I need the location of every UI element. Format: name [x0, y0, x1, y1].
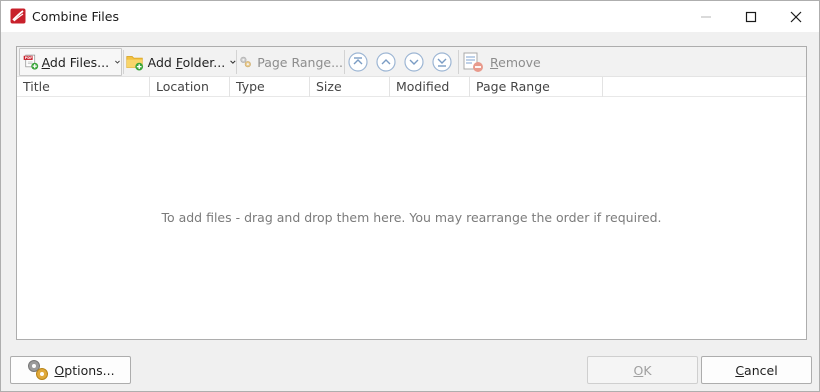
ok-label: K	[643, 362, 652, 378]
column-header-location[interactable]: Location	[150, 77, 230, 97]
column-header-row: Title Location Type Size Modified Page R…	[17, 77, 806, 97]
ok-mnemonic: O	[633, 362, 644, 378]
combine-files-dialog: Combine Files PDF Add Files... Add Folde…	[0, 0, 820, 392]
remove-file-icon	[463, 52, 483, 72]
add-folder-label: older...	[182, 54, 226, 70]
app-logo-icon	[10, 8, 26, 24]
gears-icon	[28, 360, 49, 380]
file-list-panel: PDF Add Files... Add Folder... Page Rang…	[16, 46, 807, 340]
remove-button[interactable]: Remove	[462, 48, 542, 76]
column-header-modified[interactable]: Modified	[390, 77, 470, 97]
title-bar: Combine Files	[1, 1, 819, 32]
toolbar: PDF Add Files... Add Folder... Page Rang…	[17, 47, 806, 77]
move-to-top-icon[interactable]	[348, 52, 368, 72]
cancel-button[interactable]: Cancel	[701, 356, 812, 384]
gears-icon	[240, 56, 251, 68]
close-icon	[790, 11, 802, 22]
toolbar-separator	[236, 50, 237, 74]
cancel-label: ancel	[744, 362, 778, 378]
maximize-button[interactable]	[728, 1, 774, 32]
toolbar-separator	[123, 50, 124, 74]
column-header-title[interactable]: Title	[17, 77, 150, 97]
minimize-icon	[701, 16, 711, 17]
svg-text:PDF: PDF	[25, 56, 33, 60]
add-files-label: dd Files...	[49, 54, 110, 70]
column-header-page-range[interactable]: Page Range	[470, 77, 603, 97]
toolbar-separator	[344, 50, 345, 74]
column-header-size[interactable]: Size	[310, 77, 390, 97]
chevron-down-icon	[115, 60, 120, 64]
empty-list-message: To add files - drag and drop them here. …	[161, 210, 662, 225]
remove-label: emove	[498, 54, 541, 70]
add-folder-prefix: Add	[147, 54, 176, 70]
move-up-icon[interactable]	[376, 52, 396, 72]
add-folder-button[interactable]: Add Folder...	[125, 48, 237, 76]
cancel-mnemonic: C	[735, 362, 745, 378]
options-mnemonic: O	[54, 362, 65, 378]
page-range-button[interactable]: Page Range...	[239, 48, 343, 76]
options-label: ptions...	[64, 362, 115, 378]
toolbar-separator	[458, 50, 459, 74]
page-range-label: Page Range...	[257, 54, 343, 70]
options-button[interactable]: Options...	[10, 356, 131, 384]
close-button[interactable]	[773, 1, 819, 32]
move-to-bottom-icon[interactable]	[432, 52, 452, 72]
minimize-button[interactable]	[683, 1, 729, 32]
add-files-button[interactable]: PDF Add Files...	[19, 48, 122, 76]
add-folder-mnemonic: F	[175, 54, 183, 70]
pdf-add-icon: PDF	[23, 54, 39, 70]
folder-add-icon	[126, 56, 144, 71]
add-files-mnemonic: A	[41, 54, 50, 70]
column-header-type[interactable]: Type	[230, 77, 310, 97]
remove-mnemonic: R	[490, 54, 499, 70]
move-down-icon[interactable]	[404, 52, 424, 72]
ok-button[interactable]: OK	[587, 356, 698, 384]
maximize-icon	[745, 11, 757, 22]
window-title: Combine Files	[32, 9, 119, 24]
